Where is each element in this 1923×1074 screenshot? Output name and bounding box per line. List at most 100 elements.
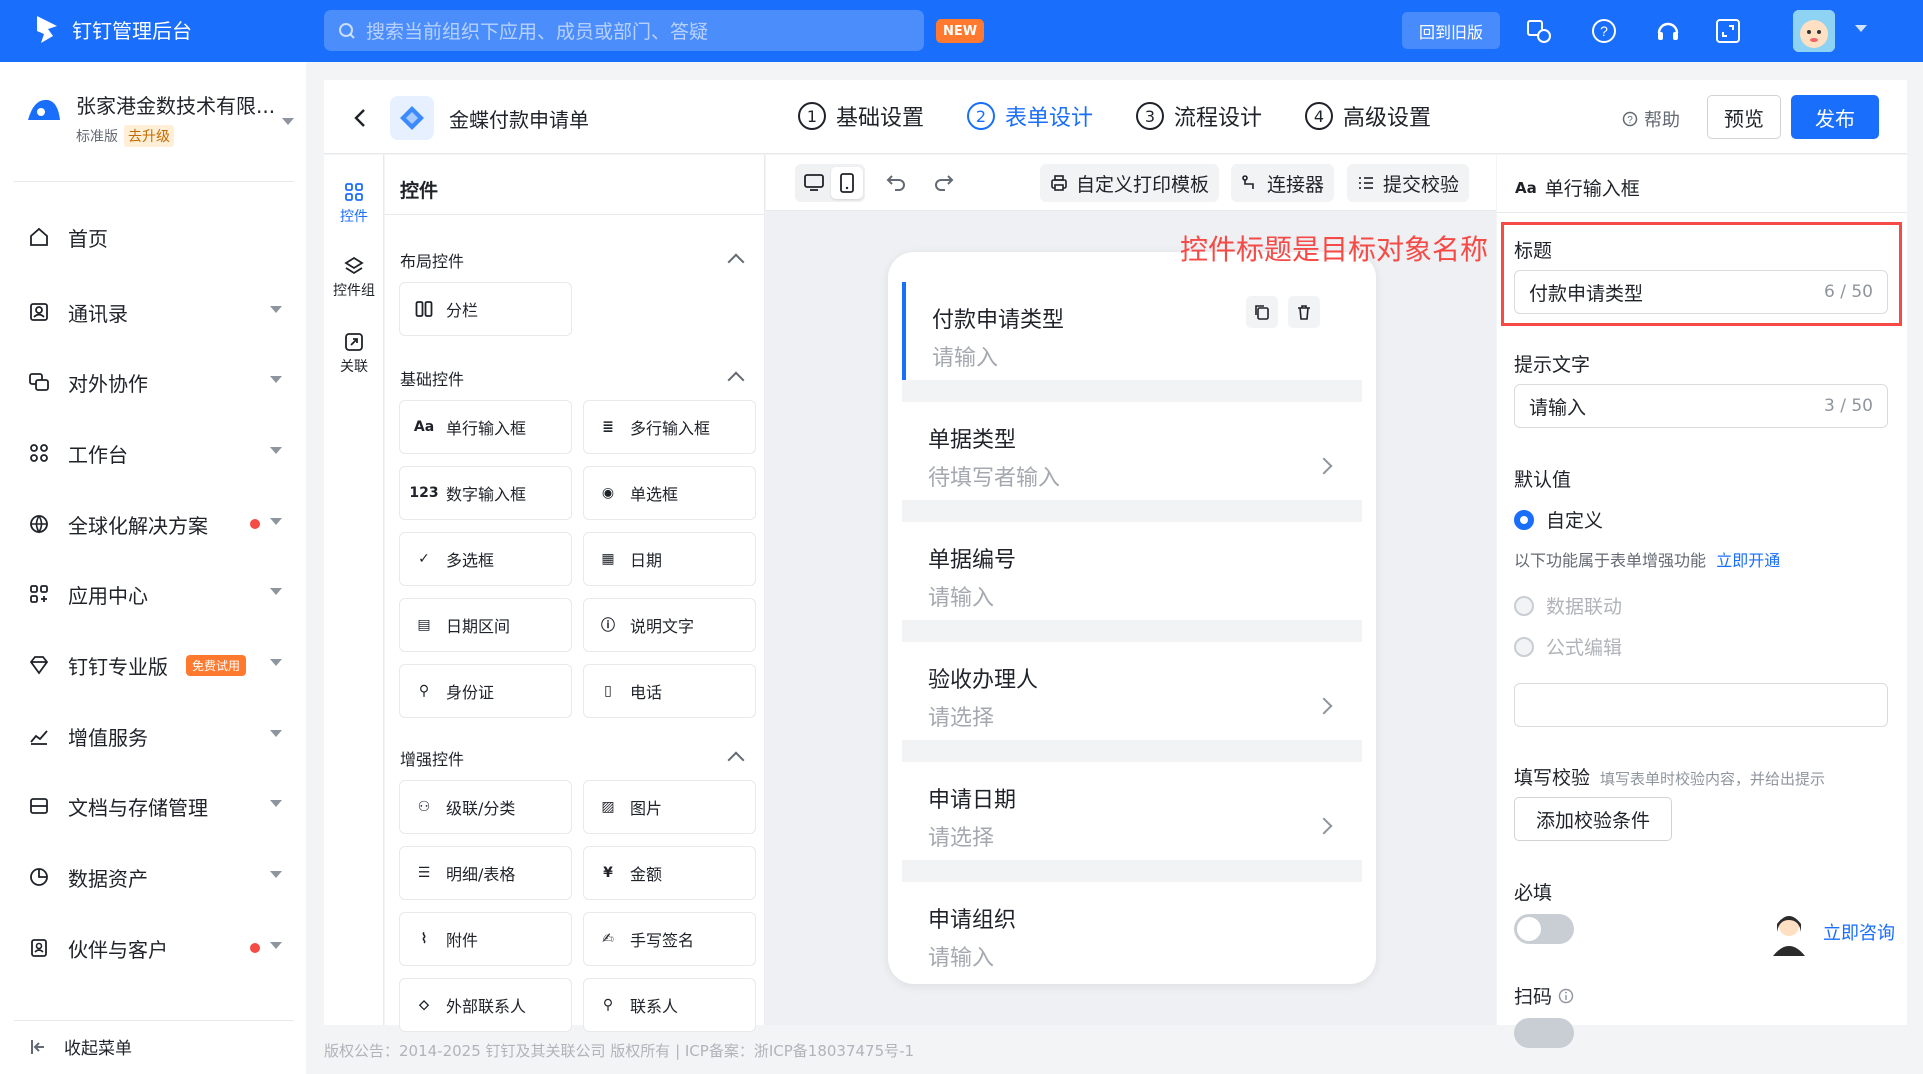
section-layout-controls: 布局控件 <box>400 252 465 271</box>
control-external-contact[interactable]: ⬦ 外部联系人 <box>399 978 572 1032</box>
control-date-range[interactable]: ▤ 日期区间 <box>399 598 572 652</box>
control-info[interactable]: ⓘ 说明文字 <box>583 598 756 652</box>
required-toggle[interactable] <box>1514 914 1574 944</box>
back-icon[interactable] <box>352 108 368 128</box>
control-id-card[interactable]: ⚲ 身份证 <box>399 664 572 718</box>
control-cascade[interactable]: ⚇ 级联/分类 <box>399 780 572 834</box>
sidebar-item-collaboration[interactable]: 对外协作 <box>28 362 288 402</box>
delete-icon[interactable] <box>1288 296 1320 328</box>
step-form-design[interactable]: 2 表单设计 <box>967 100 1093 132</box>
default-custom-option[interactable]: 自定义 <box>1514 506 1603 533</box>
chevron-down-icon <box>270 800 282 807</box>
control-signature[interactable]: ✍ 手写签名 <box>583 912 756 966</box>
form-field[interactable]: 单据类型 待填写者输入 <box>902 402 1362 500</box>
step-basic-settings[interactable]: 1 基础设置 <box>798 100 924 132</box>
contacts-icon <box>28 301 50 323</box>
control-label: 手写签名 <box>630 931 695 950</box>
scan-toggle[interactable] <box>1514 1018 1574 1048</box>
form-field[interactable]: 单据编号 请输入 <box>902 522 1362 620</box>
control-columns[interactable]: 分栏 <box>399 282 572 336</box>
help-icon[interactable]: ? <box>1590 17 1618 45</box>
control-date[interactable]: ▦ 日期 <box>583 532 756 586</box>
consult-label: 立即咨询 <box>1823 923 1895 944</box>
desktop-view-icon[interactable] <box>798 167 830 199</box>
fullscreen-icon[interactable] <box>1714 17 1742 45</box>
form-field-selected[interactable]: 付款申请类型 请输入 <box>902 282 1362 380</box>
upgrade-link[interactable]: 去升级 <box>124 125 174 147</box>
sidebar-item-globe[interactable]: 全球化解决方案 <box>28 504 288 544</box>
control-radio[interactable]: ◉ 单选框 <box>583 466 756 520</box>
text-input-type-icon: Aa <box>1515 178 1537 197</box>
attachment-icon: ⌇ <box>420 931 428 947</box>
chevron-down-icon <box>270 588 282 595</box>
redo-icon[interactable] <box>933 172 955 192</box>
org-caret-icon[interactable] <box>282 118 294 125</box>
form-field[interactable]: 申请组织 请输入 <box>902 882 1362 971</box>
control-textarea[interactable]: ≣ 多行输入框 <box>583 400 756 454</box>
form-field[interactable]: 申请日期 请选择 <box>902 762 1362 860</box>
control-checkbox[interactable]: ✓ 多选框 <box>399 532 572 586</box>
collapse-menu-button[interactable]: 收起菜单 <box>30 1034 132 1059</box>
field-separator <box>902 620 1362 642</box>
user-avatar[interactable] <box>1793 10 1835 52</box>
sidebar-item-apps[interactable]: 应用中心 <box>28 574 288 614</box>
rail-controls[interactable]: 控件 <box>324 182 384 226</box>
control-number[interactable]: 123 数字输入框 <box>399 466 572 520</box>
rail-relations[interactable]: 关联 <box>324 332 384 376</box>
form-field[interactable]: 验收办理人 请选择 <box>902 642 1362 740</box>
sidebar-item-contacts[interactable]: 通讯录 <box>28 292 288 332</box>
globe-icon <box>28 513 50 535</box>
org-switcher[interactable]: 张家港金数技术有限... 标准版 去升级 <box>24 90 275 147</box>
step-label: 高级设置 <box>1343 106 1432 131</box>
help-link[interactable]: ? 帮助 <box>1622 106 1680 132</box>
mobile-view-icon[interactable] <box>831 167 863 199</box>
brand-logo[interactable]: 钉钉管理后台 <box>34 14 192 44</box>
headset-icon[interactable] <box>1654 17 1682 45</box>
global-search-input[interactable]: 搜索当前组织下应用、成员或部门、答疑 <box>324 10 924 51</box>
control-attachment[interactable]: ⌇ 附件 <box>399 912 572 966</box>
help-label: 帮助 <box>1644 110 1680 131</box>
publish-button[interactable]: 发布 <box>1791 95 1879 139</box>
sidebar-item-storage[interactable]: 文档与存储管理 <box>28 786 288 826</box>
connector-button[interactable]: 连接器 <box>1231 164 1335 202</box>
enhance-open-link[interactable]: 立即开通 <box>1716 551 1780 570</box>
step-process-design[interactable]: 3 流程设计 <box>1136 100 1262 132</box>
translate-icon[interactable] <box>1525 17 1553 45</box>
step-advanced-settings[interactable]: 4 高级设置 <box>1305 100 1431 132</box>
sidebar-item-partner[interactable]: 伙伴与客户 <box>28 928 288 968</box>
control-table[interactable]: ☰ 明细/表格 <box>399 846 572 900</box>
sidebar-item-diamond[interactable]: 钉钉专业版 免费试用 <box>28 645 288 685</box>
submit-check-label: 提交校验 <box>1383 173 1460 196</box>
formula-label: 公式编辑 <box>1546 637 1623 659</box>
control-money[interactable]: ¥ 金额 <box>583 846 756 900</box>
control-text-input[interactable]: Aa 单行输入框 <box>399 400 572 454</box>
submit-check-button[interactable]: 提交校验 <box>1347 164 1470 202</box>
sidebar-item-workbench[interactable]: 工作台 <box>28 433 288 473</box>
consult-button[interactable]: 立即咨询 <box>1763 906 1895 958</box>
copy-icon[interactable] <box>1246 296 1278 328</box>
sidebar-item-home[interactable]: 首页 <box>28 217 288 257</box>
old-version-button[interactable]: 回到旧版 <box>1402 12 1500 49</box>
validate-row: 填写校验 填写表单时校验内容，并给出提示 <box>1514 763 1825 790</box>
sidebar-item-data[interactable]: 数据资产 <box>28 857 288 897</box>
preview-button[interactable]: 预览 <box>1707 95 1781 139</box>
hint-input[interactable]: 请输入 3 / 50 <box>1514 384 1888 428</box>
rail-control-groups[interactable]: 控件组 <box>324 256 384 300</box>
field-separator <box>902 380 1362 402</box>
field-label: 单据编号 <box>928 548 1017 573</box>
add-rule-button[interactable]: 添加校验条件 <box>1514 797 1672 841</box>
default-value-input[interactable] <box>1514 683 1888 727</box>
control-image[interactable]: ▨ 图片 <box>583 780 756 834</box>
info-icon: ⓘ <box>601 618 615 634</box>
user-menu-caret-icon[interactable] <box>1855 25 1867 32</box>
print-template-button[interactable]: 自定义打印模板 <box>1040 164 1220 202</box>
sidebar-item-chart[interactable]: 增值服务 <box>28 716 288 756</box>
control-phone[interactable]: ▯ 电话 <box>583 664 756 718</box>
step-number: 4 <box>1305 102 1333 130</box>
control-contact[interactable]: ⚲ 联系人 <box>583 978 756 1032</box>
rail-label: 控件组 <box>333 283 375 299</box>
info-icon[interactable] <box>1558 988 1574 1004</box>
number-icon: 123 <box>409 485 439 501</box>
search-placeholder: 搜索当前组织下应用、成员或部门、答疑 <box>366 21 709 43</box>
undo-icon[interactable] <box>885 172 907 192</box>
